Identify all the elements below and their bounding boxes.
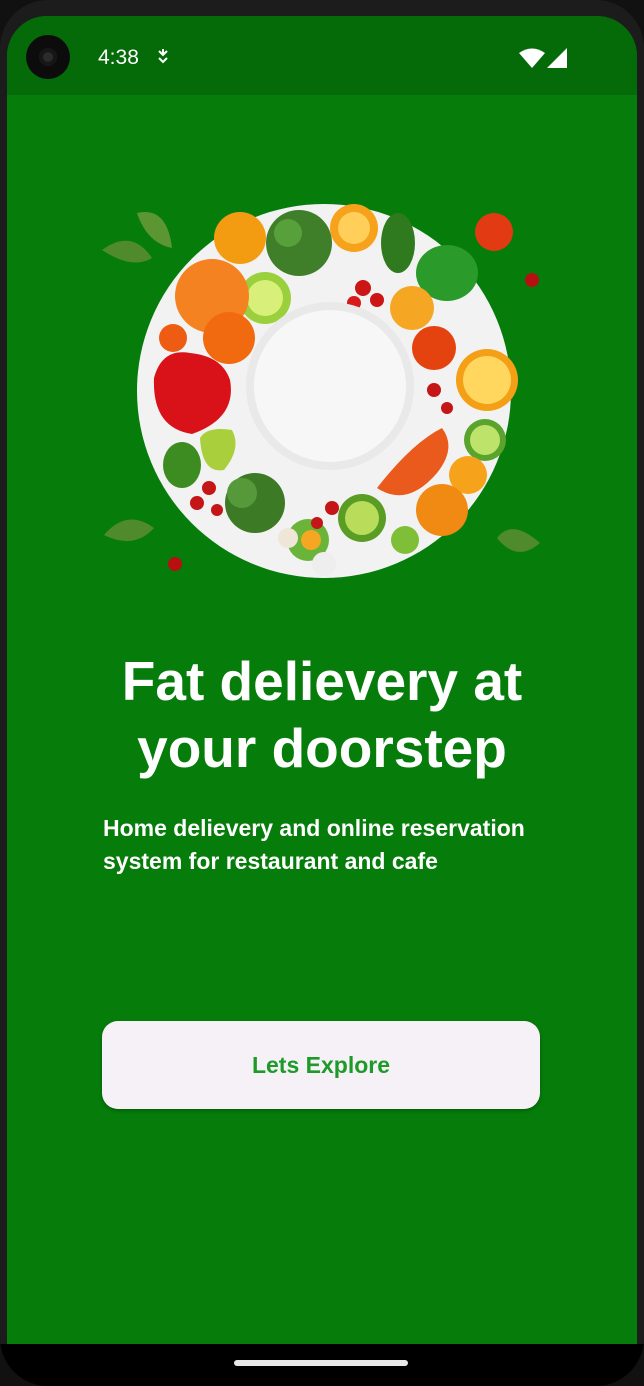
subtitle: Home delievery and online reservation sy… — [103, 815, 525, 874]
home-indicator[interactable] — [234, 1360, 408, 1366]
navigation-bar — [0, 1344, 644, 1386]
status-bar: 4:38 — [7, 16, 637, 95]
device-frame: 4:38 Fat delievery at your doorstep Home… — [0, 0, 644, 1386]
explore-button[interactable]: Lets Explore — [102, 1021, 540, 1109]
status-time: 4:38 — [98, 46, 139, 69]
download-icon — [158, 49, 168, 64]
vegetables-plate-illustration — [102, 204, 540, 578]
camera-icon — [26, 35, 70, 79]
app-screen: 4:38 Fat delievery at your doorstep Home… — [7, 16, 637, 1344]
signal-icon — [547, 48, 567, 68]
wifi-icon — [519, 48, 545, 68]
headline: Fat delievery at your doorstep — [121, 650, 523, 779]
